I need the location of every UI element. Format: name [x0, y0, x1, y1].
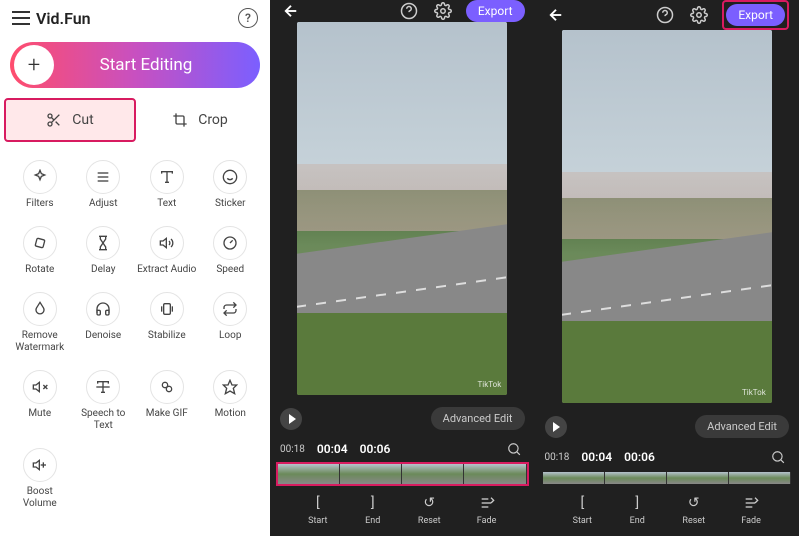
sidebar-panel: Vid.Fun ? + Start Editing Cut Crop Filte… [0, 0, 270, 536]
scissors-icon [46, 112, 62, 128]
tab-cut[interactable]: Cut [4, 98, 136, 142]
gear-icon[interactable] [432, 0, 454, 22]
editor-topbar: Export [270, 0, 535, 22]
trim-start-button[interactable]: [Start [308, 494, 327, 526]
video-preview: TikTok [270, 22, 535, 401]
start-editing-label: Start Editing [54, 55, 260, 75]
fade-button[interactable]: Fade [741, 494, 761, 526]
help-icon[interactable]: ? [238, 8, 258, 28]
trim-end-button[interactable]: ]End [628, 494, 646, 526]
video-canvas[interactable]: TikTok [297, 22, 507, 395]
tool-text[interactable]: Text [135, 154, 199, 220]
reset-button[interactable]: ↺Reset [418, 494, 441, 526]
stabilize-icon [150, 292, 184, 326]
help-icon[interactable] [398, 0, 420, 22]
tool-filters[interactable]: Filters [8, 154, 72, 220]
back-icon[interactable] [545, 4, 567, 26]
advanced-edit-button[interactable]: Advanced Edit [695, 415, 789, 438]
tool-make-gif[interactable]: Make GIF [135, 364, 199, 442]
headphones-icon [86, 292, 120, 326]
star-icon [213, 370, 247, 404]
advanced-edit-button[interactable]: Advanced Edit [431, 407, 525, 430]
play-button[interactable] [280, 408, 302, 430]
timecode-total: 00:18 [280, 444, 305, 455]
tool-denoise[interactable]: Denoise [72, 286, 136, 364]
tool-stabilize[interactable]: Stabilize [135, 286, 199, 364]
tool-speech-to-text[interactable]: Speech to Text [72, 364, 136, 442]
app-title: Vid.Fun [36, 9, 91, 28]
tab-crop-label: Crop [198, 112, 228, 128]
tab-cut-label: Cut [72, 112, 93, 128]
tool-motion[interactable]: Motion [199, 364, 263, 442]
timecode-1: 00:04 [581, 450, 612, 464]
tool-adjust[interactable]: Adjust [72, 154, 136, 220]
preview-controls: Advanced Edit [270, 401, 535, 436]
gif-icon [150, 370, 184, 404]
trim-controls: [Start ]End ↺Reset Fade [535, 486, 799, 536]
timeline-thumbnails[interactable] [543, 472, 792, 484]
tool-mute[interactable]: Mute [8, 364, 72, 442]
play-button[interactable] [545, 416, 567, 438]
reset-button[interactable]: ↺Reset [682, 494, 705, 526]
editor-area: Export TikTok Advanced Edit 00:18 00:04 … [270, 0, 799, 536]
mode-tabs: Cut Crop [6, 98, 264, 142]
watermark-text: TikTok [742, 388, 766, 397]
timecode-total: 00:18 [545, 452, 570, 463]
timecode-2: 00:06 [624, 450, 655, 464]
menu-icon[interactable] [12, 11, 30, 25]
sliders-icon [86, 160, 120, 194]
fade-button[interactable]: Fade [477, 494, 497, 526]
mute-icon [23, 370, 57, 404]
editor-topbar: Export [535, 0, 799, 30]
trim-start-button[interactable]: [Start [573, 494, 592, 526]
help-icon[interactable] [654, 4, 676, 26]
tools-grid: Filters Adjust Text Sticker Rotate Delay… [0, 144, 270, 530]
text-icon [150, 160, 184, 194]
rotate-icon [23, 226, 57, 260]
plus-icon: + [14, 45, 54, 85]
video-canvas[interactable]: TikTok [562, 30, 772, 403]
editor-panel-2: Export TikTok Advanced Edit 00:18 00:04 … [535, 0, 799, 536]
gear-icon[interactable] [688, 4, 710, 26]
timecode-1: 00:04 [317, 442, 348, 456]
tool-rotate[interactable]: Rotate [8, 220, 72, 286]
editor-panel-1: Export TikTok Advanced Edit 00:18 00:04 … [270, 0, 535, 536]
back-icon[interactable] [280, 0, 302, 22]
sidebar-header: Vid.Fun ? [0, 0, 270, 36]
tool-delay[interactable]: Delay [72, 220, 136, 286]
tool-sticker[interactable]: Sticker [199, 154, 263, 220]
smile-icon [213, 160, 247, 194]
video-preview: TikTok [535, 30, 799, 409]
preview-controls: Advanced Edit [535, 409, 799, 444]
timeline-header: 00:18 00:04 00:06 [535, 444, 799, 470]
tool-speed[interactable]: Speed [199, 220, 263, 286]
timeline-thumbnails[interactable] [278, 464, 527, 484]
loop-icon [213, 292, 247, 326]
timecode-2: 00:06 [360, 442, 391, 456]
start-editing-button[interactable]: + Start Editing [10, 42, 260, 88]
tool-remove-watermark[interactable]: Remove Watermark [8, 286, 72, 364]
tool-extract-audio[interactable]: Extract Audio [135, 220, 199, 286]
watermark-text: TikTok [477, 380, 501, 389]
hourglass-icon [86, 226, 120, 260]
droplet-icon [23, 292, 57, 326]
tool-boost-volume[interactable]: Boost Volume [8, 442, 72, 520]
sparkle-icon [23, 160, 57, 194]
speech-text-icon [86, 370, 120, 404]
trim-end-button[interactable]: ]End [364, 494, 382, 526]
volume-icon [150, 226, 184, 260]
zoom-icon[interactable] [767, 446, 789, 468]
tab-crop[interactable]: Crop [136, 98, 264, 142]
export-button[interactable]: Export [466, 0, 525, 22]
volume-up-icon [23, 448, 57, 482]
export-button[interactable]: Export [726, 4, 785, 26]
timeline-header: 00:18 00:04 00:06 [270, 436, 535, 462]
tool-loop[interactable]: Loop [199, 286, 263, 364]
trim-controls: [Start ]End ↺Reset Fade [270, 486, 535, 536]
gauge-icon [213, 226, 247, 260]
crop-icon [172, 112, 188, 128]
zoom-icon[interactable] [503, 438, 525, 460]
